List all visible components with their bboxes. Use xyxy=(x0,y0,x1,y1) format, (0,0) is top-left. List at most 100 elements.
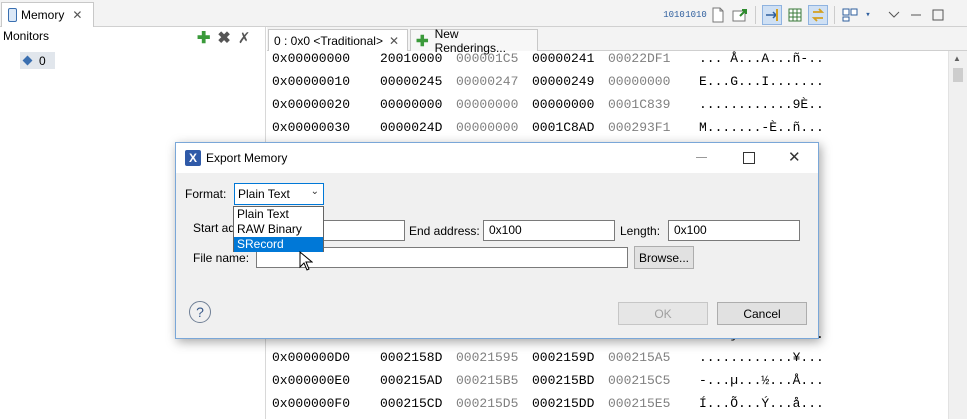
browse-button[interactable]: Browse... xyxy=(634,246,694,269)
export-icon[interactable] xyxy=(731,6,749,24)
memory-word[interactable]: 000293F1 xyxy=(608,117,670,139)
swap-icon[interactable] xyxy=(808,5,828,25)
toolbar-separator xyxy=(834,6,835,24)
chevron-down-icon: ⌄ xyxy=(310,186,319,197)
ok-button[interactable]: OK xyxy=(618,302,708,325)
memory-word[interactable]: 0002159D xyxy=(532,347,594,369)
monitor-icon xyxy=(22,55,33,66)
memory-ascii: ... Å...A...ñ-.. xyxy=(699,51,824,66)
memory-address: 0x00000020 xyxy=(272,97,351,112)
format-select-value: Plain Text xyxy=(238,187,290,201)
format-select[interactable]: Plain Text ⌄ xyxy=(234,183,324,205)
memory-ascii: ............9È.. xyxy=(699,97,824,112)
maximize-icon[interactable] xyxy=(929,6,947,24)
end-address-label: End address: xyxy=(409,224,480,238)
memory-ascii: M.......-È..ñ... xyxy=(699,120,824,135)
format-option-raw-binary[interactable]: RAW Binary xyxy=(234,222,323,237)
cancel-button[interactable]: Cancel xyxy=(717,302,807,325)
monitor-item[interactable]: 0 xyxy=(20,52,55,69)
memory-word[interactable]: 000215C5 xyxy=(608,370,670,392)
dialog-close-icon[interactable]: ✕ xyxy=(788,148,801,166)
memory-view-tab[interactable]: Memory ✕ xyxy=(1,2,94,27)
minimize-icon[interactable] xyxy=(907,6,925,24)
memory-word[interactable]: 0002158D xyxy=(380,347,442,369)
scroll-up-icon[interactable]: ▲ xyxy=(953,54,961,63)
link-icon[interactable] xyxy=(762,5,782,25)
memory-word[interactable]: 20010000 xyxy=(380,48,442,70)
monitors-title: Monitors xyxy=(3,29,50,43)
view-menu-icon[interactable] xyxy=(885,6,903,24)
add-icon: ✚ xyxy=(416,32,429,50)
monitor-item-label: 0 xyxy=(39,53,46,68)
memory-word[interactable]: 000001C5 xyxy=(456,48,518,70)
format-option-srecord[interactable]: SRecord xyxy=(234,237,323,252)
memory-word[interactable]: 000215BD xyxy=(532,370,594,392)
memory-word[interactable]: 00022DF1 xyxy=(608,48,670,70)
binary-view-icon[interactable]: 1010 xyxy=(663,6,685,24)
end-address-field[interactable]: 0x100 xyxy=(483,220,615,241)
start-address-field[interactable] xyxy=(323,220,405,241)
remove-monitor-icon[interactable]: ✖ xyxy=(217,31,230,47)
memory-word[interactable]: 00000000 xyxy=(456,117,518,139)
close-icon[interactable]: ✕ xyxy=(389,34,399,48)
tab-traditional-label: 0 : 0x0 <Traditional> xyxy=(274,33,383,48)
view-toolbar: Memory ✕ 1010 1010 ▾ xyxy=(0,0,967,27)
format-options-list: Plain Text RAW Binary SRecord xyxy=(233,206,324,252)
dialog-minimize-icon[interactable] xyxy=(696,157,707,158)
dialog-title: Export Memory xyxy=(206,151,288,165)
monitors-toolbar: ✚ ✖ ✗ xyxy=(197,31,250,47)
format-label: Format: xyxy=(185,187,227,201)
remove-all-monitors-icon[interactable]: ✗ xyxy=(238,31,251,47)
memory-word[interactable]: 0000024D xyxy=(380,117,442,139)
memory-address: 0x00000010 xyxy=(272,74,351,89)
memory-word[interactable]: 000215CD xyxy=(380,393,442,415)
vertical-scrollbar[interactable]: ▲ xyxy=(948,51,967,419)
memory-word[interactable]: 00000245 xyxy=(380,71,442,93)
memory-word[interactable]: 00000000 xyxy=(456,94,518,116)
toolbar-buttons: 1010 1010 ▾ xyxy=(663,5,947,25)
memory-word[interactable]: 000215B5 xyxy=(456,370,518,392)
help-icon[interactable]: ? xyxy=(189,301,211,323)
memory-ascii: Í...Õ...Ý...å... xyxy=(699,396,824,411)
binary-view-alt-icon[interactable]: 1010 xyxy=(685,6,707,24)
memory-word[interactable]: 0001C8AD xyxy=(532,117,594,139)
dialog-titlebar: X Export Memory ✕ xyxy=(176,143,818,173)
length-field[interactable]: 0x100 xyxy=(668,220,800,241)
memory-address: 0x000000E0 xyxy=(272,373,351,388)
chevron-down-icon[interactable]: ▾ xyxy=(863,6,873,24)
memory-ascii: ............¥... xyxy=(699,350,824,365)
memory-word[interactable]: 000215A5 xyxy=(608,347,670,369)
close-icon[interactable]: ✕ xyxy=(72,8,82,22)
memory-address: 0x00000030 xyxy=(272,120,351,135)
memory-word[interactable]: 00000241 xyxy=(532,48,594,70)
memory-word[interactable]: 00000247 xyxy=(456,71,518,93)
length-label: Length: xyxy=(620,224,661,238)
memory-address: 0x000000D0 xyxy=(272,350,351,365)
memory-ascii: E...G...I....... xyxy=(699,74,824,89)
start-address-label: Start ad xyxy=(193,221,236,235)
columns-icon[interactable] xyxy=(786,6,804,24)
layout-icon[interactable] xyxy=(841,6,859,24)
memory-word[interactable]: 000215AD xyxy=(380,370,442,392)
memory-word[interactable]: 00000249 xyxy=(532,71,594,93)
toolbar-separator xyxy=(755,6,756,24)
memory-word[interactable]: 00000000 xyxy=(532,94,594,116)
memory-address: 0x00000000 xyxy=(272,51,351,66)
memory-address: 0x000000F0 xyxy=(272,396,351,411)
memory-view-tab-label: Memory xyxy=(21,8,65,22)
dialog-maximize-icon[interactable] xyxy=(743,152,755,164)
mouse-cursor-icon xyxy=(299,251,313,271)
memory-word[interactable]: 00000000 xyxy=(380,94,442,116)
format-option-plain-text[interactable]: Plain Text xyxy=(234,207,323,222)
memory-word[interactable]: 000215D5 xyxy=(456,393,518,415)
memory-word[interactable]: 00000000 xyxy=(608,71,670,93)
add-monitor-icon[interactable]: ✚ xyxy=(197,31,210,47)
memory-word[interactable]: 000215E5 xyxy=(608,393,670,415)
memory-word[interactable]: 00021595 xyxy=(456,347,518,369)
new-file-icon[interactable] xyxy=(709,6,727,24)
file-name-label: File name: xyxy=(193,251,250,265)
memory-word[interactable]: 0001C839 xyxy=(608,94,670,116)
memory-ascii: -...µ...½...Å... xyxy=(699,373,824,388)
scrollbar-thumb[interactable] xyxy=(953,68,963,82)
memory-word[interactable]: 000215DD xyxy=(532,393,594,415)
